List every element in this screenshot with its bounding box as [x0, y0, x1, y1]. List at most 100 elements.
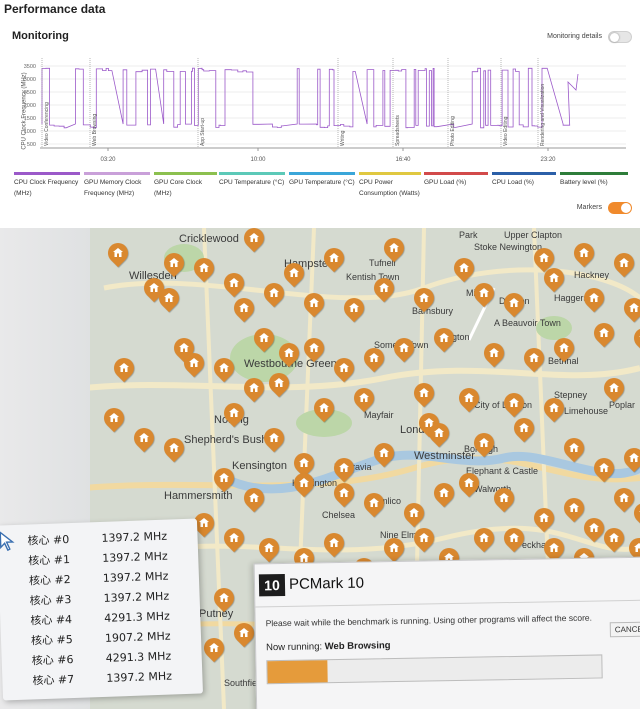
legend-item[interactable]: GPU Memory Clock Frequency (MHz): [84, 172, 150, 199]
location-pin-icon[interactable]: [264, 368, 294, 401]
location-pin-icon[interactable]: [319, 528, 349, 561]
location-pin-icon[interactable]: [489, 483, 519, 516]
location-pin-icon[interactable]: [254, 533, 284, 566]
location-pin-icon[interactable]: [209, 353, 239, 386]
location-pin-icon[interactable]: [449, 253, 479, 286]
location-pin-icon[interactable]: [429, 478, 459, 511]
location-pin-icon[interactable]: [159, 248, 189, 281]
location-pin-icon[interactable]: [239, 373, 269, 406]
core-frequency: 4291.3 MHz: [104, 609, 171, 625]
location-pin-icon[interactable]: [499, 523, 529, 556]
location-pin-icon[interactable]: [454, 468, 484, 501]
location-pin-icon[interactable]: [274, 338, 304, 371]
map-place-label: Chelsea: [322, 510, 356, 520]
location-pin-icon[interactable]: [289, 468, 319, 501]
location-pin-icon[interactable]: [499, 388, 529, 421]
location-pin-icon[interactable]: [179, 348, 209, 381]
legend-color-swatch: [424, 172, 488, 175]
location-pin-icon[interactable]: [469, 523, 499, 556]
location-pin-icon[interactable]: [619, 443, 640, 476]
location-pin-icon[interactable]: [239, 228, 269, 256]
location-pin-icon[interactable]: [429, 323, 459, 356]
location-pin-icon[interactable]: [599, 373, 629, 406]
location-pin-icon[interactable]: [579, 283, 609, 316]
location-pin-icon[interactable]: [379, 233, 409, 266]
location-pin-icon[interactable]: [229, 293, 259, 326]
location-pin-icon[interactable]: [359, 343, 389, 376]
location-pin-icon[interactable]: [479, 338, 509, 371]
location-pin-icon[interactable]: [369, 273, 399, 306]
monitoring-details-toggle[interactable]: [608, 31, 632, 43]
location-pin-icon[interactable]: [349, 383, 379, 416]
location-pin-icon[interactable]: [259, 423, 289, 456]
location-pin-icon[interactable]: [299, 288, 329, 321]
location-pin-icon[interactable]: [559, 433, 589, 466]
benchmark-progress-bar: [266, 654, 603, 685]
location-pin-icon[interactable]: [154, 283, 184, 316]
location-pin-icon[interactable]: [219, 398, 249, 431]
location-pin-icon[interactable]: [469, 428, 499, 461]
cancel-button[interactable]: CANCEL: [609, 621, 640, 638]
legend-item[interactable]: CPU Clock Frequency (MHz): [14, 172, 80, 199]
location-pin-icon[interactable]: [424, 418, 454, 451]
location-pin-icon[interactable]: [129, 423, 159, 456]
location-pin-icon[interactable]: [329, 478, 359, 511]
location-pin-icon[interactable]: [309, 393, 339, 426]
legend-item[interactable]: CPU Temperature (°C): [219, 172, 285, 188]
location-pin-icon[interactable]: [469, 278, 499, 311]
location-pin-icon[interactable]: [589, 318, 619, 351]
location-pin-icon[interactable]: [339, 293, 369, 326]
legend-item[interactable]: GPU Temperature (°C): [289, 172, 355, 188]
location-pin-icon[interactable]: [629, 323, 640, 356]
location-pin-icon[interactable]: [209, 583, 239, 616]
location-pin-icon[interactable]: [189, 253, 219, 286]
location-pin-icon[interactable]: [609, 483, 639, 516]
location-pin-icon[interactable]: [399, 498, 429, 531]
location-pin-icon[interactable]: [199, 633, 229, 666]
location-pin-icon[interactable]: [509, 413, 539, 446]
markers-toggle[interactable]: [608, 202, 632, 214]
location-pin-icon[interactable]: [159, 433, 189, 466]
location-pin-icon[interactable]: [369, 438, 399, 471]
location-pin-icon[interactable]: [454, 383, 484, 416]
location-pin-icon[interactable]: [409, 523, 439, 556]
legend-item[interactable]: Battery level (%): [560, 172, 628, 188]
location-pin-icon[interactable]: [499, 288, 529, 321]
location-pin-icon[interactable]: [389, 333, 419, 366]
location-pin-icon[interactable]: [229, 618, 259, 651]
location-pin-icon[interactable]: [103, 238, 133, 271]
location-pin-icon[interactable]: [279, 258, 309, 291]
location-pin-icon[interactable]: [409, 378, 439, 411]
location-pin-icon[interactable]: [569, 238, 599, 271]
location-pin-icon[interactable]: [609, 248, 639, 281]
core-frequency-row: 核心 #6 4291.3 MHz: [31, 648, 172, 669]
location-pin-icon[interactable]: [219, 523, 249, 556]
location-pin-icon[interactable]: [599, 523, 629, 556]
location-pin-icon[interactable]: [209, 463, 239, 496]
legend-item[interactable]: GPU Load (%): [424, 172, 488, 188]
location-pin-icon[interactable]: [539, 263, 569, 296]
location-pin-icon[interactable]: [629, 498, 640, 531]
location-pin-icon[interactable]: [359, 488, 389, 521]
location-pin-icon[interactable]: [329, 353, 359, 386]
location-pin-icon[interactable]: [249, 323, 279, 356]
location-pin-icon[interactable]: [299, 333, 329, 366]
location-pin-icon[interactable]: [319, 243, 349, 276]
location-pin-icon[interactable]: [549, 333, 579, 366]
location-pin-icon[interactable]: [109, 353, 139, 386]
location-pin-icon[interactable]: [519, 343, 549, 376]
location-pin-icon[interactable]: [539, 393, 569, 426]
legend-item[interactable]: CPU Power Consumption (Watts): [359, 172, 421, 199]
location-pin-icon[interactable]: [559, 493, 589, 526]
location-pin-icon[interactable]: [409, 283, 439, 316]
location-pin-icon[interactable]: [219, 268, 249, 301]
legend-item[interactable]: GPU Core Clock (MHz): [154, 172, 217, 199]
legend-item[interactable]: CPU Load (%): [492, 172, 556, 188]
location-pin-icon[interactable]: [99, 403, 129, 436]
location-pin-icon[interactable]: [259, 278, 289, 311]
location-pin-icon[interactable]: [239, 483, 269, 516]
location-pin-icon[interactable]: [529, 503, 559, 536]
location-pin-icon[interactable]: [589, 453, 619, 486]
location-pin-icon[interactable]: [579, 513, 609, 546]
location-pin-icon[interactable]: [619, 293, 640, 326]
